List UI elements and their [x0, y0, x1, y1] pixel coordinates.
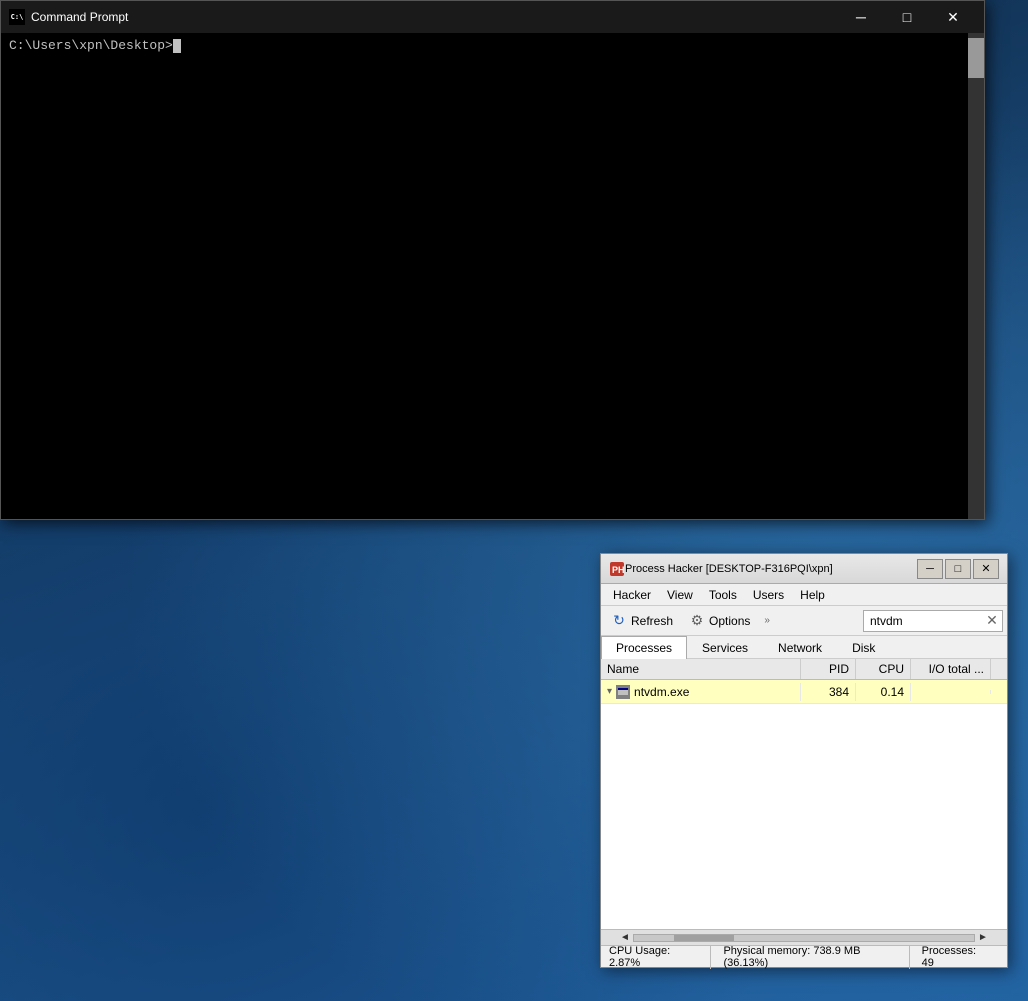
col-header-cpu[interactable]: CPU — [856, 659, 911, 679]
tab-services-label: Services — [702, 641, 748, 655]
col-header-name[interactable]: Name — [601, 659, 801, 679]
cell-name: ▾ ntvdm.exe — [601, 683, 801, 701]
hscrollbar-track[interactable] — [633, 934, 975, 942]
ph-hscrollbar[interactable]: ◄ ► — [601, 929, 1007, 945]
tab-disk[interactable]: Disk — [837, 636, 890, 659]
cmd-minimize-button[interactable]: ─ — [838, 1, 884, 33]
cmd-window-controls: ─ □ ✕ — [838, 1, 976, 33]
ph-toolbar: ↻ Refresh ⚙ Options » ✕ — [601, 606, 1007, 636]
table-row[interactable]: ▾ ntvdm.exe 384 0.14 2.18 — [601, 680, 1007, 704]
process-icon — [616, 685, 630, 699]
expand-arrow[interactable]: ▾ — [607, 686, 612, 697]
col-header-io[interactable]: I/O total ... — [911, 659, 991, 679]
search-input[interactable] — [863, 610, 1003, 632]
hscroll-left-arrow[interactable]: ◄ — [617, 930, 633, 946]
search-container: ✕ — [863, 610, 1003, 632]
cmd-prompt: C:\Users\xpn\Desktop> — [9, 38, 173, 53]
ph-statusbar: CPU Usage: 2.87% Physical memory: 738.9 … — [601, 945, 1007, 967]
hscroll-right-arrow[interactable]: ► — [975, 930, 991, 946]
process-name: ntvdm.exe — [634, 685, 689, 699]
ph-titlebar: PH Process Hacker [DESKTOP-F316PQI\xpn] … — [601, 554, 1007, 584]
status-processes: Processes: 49 — [922, 945, 999, 969]
cmd-output: C:\Users\xpn\Desktop> — [9, 37, 976, 55]
cmd-maximize-button[interactable]: □ — [884, 1, 930, 33]
tab-disk-label: Disk — [852, 641, 875, 655]
table-body: ▾ ntvdm.exe 384 0.14 2.18 — [601, 680, 1007, 929]
cmd-window-title: Command Prompt — [31, 10, 838, 24]
ph-window-icon: PH — [609, 561, 625, 577]
tab-network-label: Network — [778, 641, 822, 655]
cmd-cursor — [173, 39, 181, 53]
options-icon: ⚙ — [689, 613, 705, 629]
tab-processes-label: Processes — [616, 641, 672, 655]
ph-minimize-button[interactable]: ─ — [917, 559, 943, 579]
ph-tabs: Processes Services Network Disk — [601, 636, 1007, 659]
cmd-close-button[interactable]: ✕ — [930, 1, 976, 33]
menu-tools[interactable]: Tools — [701, 586, 745, 604]
status-cpu: CPU Usage: 2.87% — [609, 945, 711, 969]
options-label: Options — [709, 614, 750, 628]
col-header-priv[interactable]: Privat — [991, 659, 1007, 679]
menu-users[interactable]: Users — [745, 586, 792, 604]
ph-table: Name PID CPU I/O total ... Privat ▾ — [601, 659, 1007, 945]
ph-close-button[interactable]: ✕ — [973, 559, 999, 579]
cmd-body: C:\Users\xpn\Desktop> — [1, 33, 984, 519]
toolbar-chevron: » — [760, 615, 774, 626]
menu-help[interactable]: Help — [792, 586, 833, 604]
hscrollbar-thumb[interactable] — [674, 935, 734, 941]
refresh-label: Refresh — [631, 614, 673, 628]
process-name-container: ▾ ntvdm.exe — [607, 685, 794, 699]
cmd-window-icon: C:\ — [9, 9, 25, 25]
tab-processes[interactable]: Processes — [601, 636, 687, 659]
cell-io — [911, 690, 991, 694]
options-button[interactable]: ⚙ Options — [683, 610, 756, 632]
table-header: Name PID CPU I/O total ... Privat — [601, 659, 1007, 680]
cmd-scrollbar-thumb[interactable] — [968, 38, 984, 78]
tab-services[interactable]: Services — [687, 636, 763, 659]
cmd-titlebar: C:\ Command Prompt ─ □ ✕ — [1, 1, 984, 33]
svg-text:PH: PH — [612, 565, 625, 575]
status-memory: Physical memory: 738.9 MB (36.13%) — [723, 945, 909, 969]
cell-cpu: 0.14 — [856, 683, 911, 701]
cmd-scrollbar[interactable] — [968, 33, 984, 519]
cell-pid: 384 — [801, 683, 856, 701]
refresh-button[interactable]: ↻ Refresh — [605, 610, 679, 632]
ph-window-title: Process Hacker [DESKTOP-F316PQI\xpn] — [625, 563, 915, 575]
ph-menubar: Hacker View Tools Users Help — [601, 584, 1007, 606]
col-header-pid[interactable]: PID — [801, 659, 856, 679]
process-hacker-window: PH Process Hacker [DESKTOP-F316PQI\xpn] … — [600, 553, 1008, 968]
ph-maximize-button[interactable]: □ — [945, 559, 971, 579]
search-clear-button[interactable]: ✕ — [985, 614, 999, 628]
cell-priv: 2.18 — [991, 683, 1007, 701]
menu-hacker[interactable]: Hacker — [605, 586, 659, 604]
cmd-window: C:\ Command Prompt ─ □ ✕ C:\Users\xpn\De… — [0, 0, 985, 520]
refresh-icon: ↻ — [611, 613, 627, 629]
menu-view[interactable]: View — [659, 586, 701, 604]
tab-network[interactable]: Network — [763, 636, 837, 659]
